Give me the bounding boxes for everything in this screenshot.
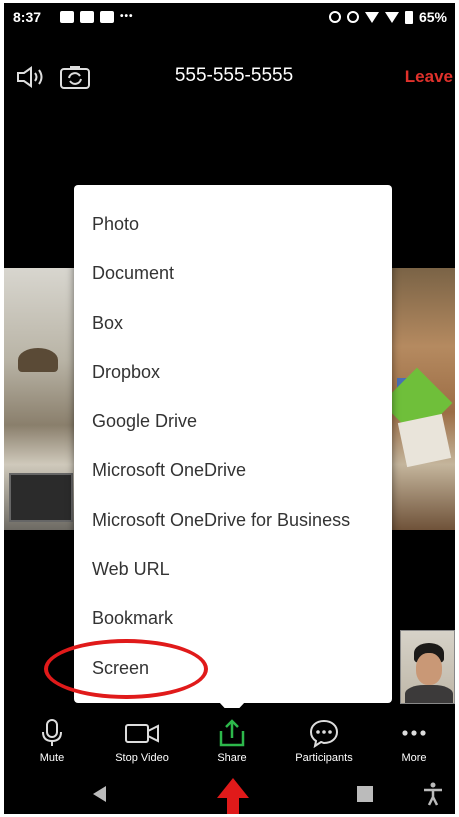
wifi-icon xyxy=(364,11,379,23)
do-not-disturb-icon xyxy=(346,11,359,23)
share-option-onedrive[interactable]: Microsoft OneDrive xyxy=(92,460,246,481)
share-label: Share xyxy=(217,752,247,764)
stop-video-label: Stop Video xyxy=(115,752,169,764)
stop-video-button[interactable]: Stop Video xyxy=(102,708,182,774)
speaker-icon[interactable] xyxy=(16,66,46,88)
video-right-region xyxy=(381,268,455,530)
share-option-document[interactable]: Document xyxy=(92,263,174,284)
accessibility-icon[interactable] xyxy=(422,782,444,806)
paper-shape xyxy=(397,413,452,468)
self-view-shirt xyxy=(405,685,453,703)
signal-icon xyxy=(384,11,399,23)
status-bar: 8:37 ••• 65% xyxy=(4,3,455,33)
back-icon[interactable] xyxy=(93,786,106,802)
notification-icons: ••• xyxy=(60,11,134,23)
status-time: 8:37 xyxy=(13,9,42,25)
more-notifications-icon: ••• xyxy=(120,11,134,22)
alarm-icon xyxy=(328,11,341,23)
tv-shape xyxy=(9,473,73,522)
red-arrow-annotation xyxy=(217,778,249,814)
video-left-region xyxy=(4,268,76,530)
meeting-title: 555-555-5555 xyxy=(174,65,294,86)
microphone-icon xyxy=(42,719,62,746)
participants-label: Participants xyxy=(295,752,353,764)
share-option-box[interactable]: Box xyxy=(92,313,123,334)
share-option-onedrive-business[interactable]: Microsoft OneDrive for Business xyxy=(92,510,350,531)
share-option-google-drive[interactable]: Google Drive xyxy=(92,411,197,432)
participants-icon xyxy=(309,719,339,748)
notification-icon xyxy=(60,11,74,23)
meeting-toolbar: Mute Stop Video Share Participants More xyxy=(4,708,455,774)
share-option-web-url[interactable]: Web URL xyxy=(92,559,170,580)
battery-icon xyxy=(404,10,413,24)
share-option-bookmark[interactable]: Bookmark xyxy=(92,608,173,629)
self-view-thumbnail[interactable] xyxy=(400,630,455,704)
share-menu: Photo Document Box Dropbox Google Drive … xyxy=(74,185,392,716)
phone-screen: 8:37 ••• 65% 555-555-5555 Leave Photo Do… xyxy=(4,3,455,814)
share-button[interactable]: Share xyxy=(192,708,272,774)
share-option-photo[interactable]: Photo xyxy=(92,214,139,235)
video-notification-icon xyxy=(80,11,94,23)
meeting-top-bar: 555-555-5555 Leave xyxy=(4,57,455,97)
mute-label: Mute xyxy=(39,752,65,764)
self-view-face xyxy=(416,653,442,685)
recent-apps-icon[interactable] xyxy=(357,786,373,802)
youtube-notification-icon xyxy=(100,11,114,23)
camera-flip-icon[interactable] xyxy=(59,64,91,90)
screen-highlight-annotation xyxy=(44,639,208,699)
battery-percent: 65% xyxy=(418,9,447,25)
lamp-shape xyxy=(18,348,58,372)
share-option-dropbox[interactable]: Dropbox xyxy=(92,362,160,383)
share-icon xyxy=(219,719,245,747)
more-button[interactable]: More xyxy=(374,708,454,774)
video-camera-icon xyxy=(125,724,159,743)
participants-button[interactable]: Participants xyxy=(284,708,364,774)
status-right: 65% xyxy=(328,9,447,25)
more-icon xyxy=(402,730,426,736)
leave-button[interactable]: Leave xyxy=(405,67,453,87)
mute-button[interactable]: Mute xyxy=(12,708,92,774)
more-label: More xyxy=(401,752,427,764)
